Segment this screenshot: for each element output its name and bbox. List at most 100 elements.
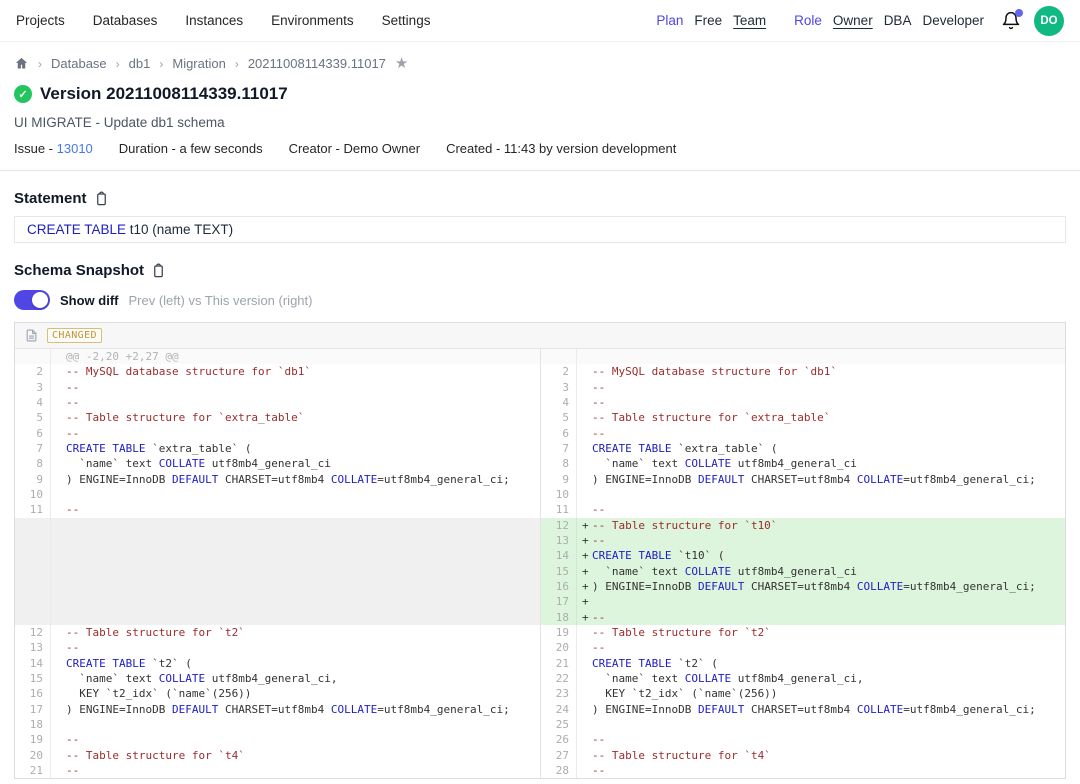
diff-line: 2-- MySQL database structure for `db1` [15,364,540,379]
code-text: -- Table structure for `t4` [592,748,771,763]
line-number [15,579,51,594]
diff-sign [577,410,592,425]
code-text: KEY `t2_idx` (`name`(256)) [66,686,251,701]
diff-gap-row [15,610,540,625]
diff-line: 14CREATE TABLE `t2` ( [15,656,540,671]
home-icon[interactable] [14,56,29,71]
avatar[interactable]: DO [1034,6,1064,36]
show-diff-label: Show diff [60,293,119,308]
diff-sign [51,686,66,701]
code-text: `name` text COLLATE utf8mb4_general_ci [66,456,331,471]
line-number: 25 [541,717,577,732]
code-text: CREATE TABLE `extra_table` ( [592,441,777,456]
copy-icon[interactable] [151,263,166,279]
diff-sign [577,702,592,717]
line-number: 6 [541,426,577,441]
diff-line: 6-- [15,426,540,441]
status-badge: CHANGED [47,328,102,343]
code-text: @@ -2,20 +2,27 @@ [66,349,179,364]
nav-item-environments[interactable]: Environments [271,13,354,28]
code-text: -- [592,533,605,548]
diff-gap-row [15,579,540,594]
diff-sign [51,763,66,778]
diff-line: 22 `name` text COLLATE utf8mb4_general_c… [541,671,1065,686]
line-number [15,349,51,364]
nav-item-projects[interactable]: Projects [16,13,65,28]
breadcrumb-migration[interactable]: Migration [172,56,225,71]
nav-item-instances[interactable]: Instances [185,13,243,28]
code-text: ) ENGINE=InnoDB DEFAULT CHARSET=utf8mb4 … [592,579,1036,594]
code-text: -- [592,502,605,517]
check-circle-icon: ✓ [14,85,32,103]
code-text: CREATE TABLE `t2` ( [66,656,192,671]
line-number [15,610,51,625]
diff-sign [51,472,66,487]
line-number: 13 [15,640,51,655]
diff-line: 28-- [541,763,1065,778]
main-nav: Projects Databases Instances Environment… [16,13,430,28]
schema-snapshot-heading: Schema Snapshot [14,262,1066,279]
role-label: Role [794,13,822,28]
code-text: ) ENGINE=InnoDB DEFAULT CHARSET=utf8mb4 … [592,472,1036,487]
diff-line: 13-- [15,640,540,655]
code-text: `name` text COLLATE utf8mb4_general_ci [592,564,857,579]
role-option-developer[interactable]: Developer [922,13,984,28]
code-text: -- [592,732,605,747]
line-number [541,349,577,364]
copy-icon[interactable] [94,191,109,207]
diff-sign [51,717,66,732]
diff-sign [577,656,592,671]
code-text: CREATE TABLE `t2` ( [592,656,718,671]
line-number: 5 [541,410,577,425]
nav-item-databases[interactable]: Databases [93,13,158,28]
diff-pane-previous: @@ -2,20 +2,27 @@2-- MySQL database stru… [15,349,540,778]
line-number: 16 [15,686,51,701]
line-number [15,564,51,579]
diff-line: 24) ENGINE=InnoDB DEFAULT CHARSET=utf8mb… [541,702,1065,717]
line-number: 8 [15,456,51,471]
show-diff-toggle[interactable] [14,290,50,310]
diff-line: 9) ENGINE=InnoDB DEFAULT CHARSET=utf8mb4… [15,472,540,487]
plan-option-team[interactable]: Team [733,13,766,28]
diff-line: 18+-- [541,610,1065,625]
line-number: 3 [541,380,577,395]
role-option-dba[interactable]: DBA [884,13,912,28]
created-meta: Created - 11:43 by version development [446,141,676,156]
diff-sign [51,395,66,410]
nav-item-settings[interactable]: Settings [382,13,431,28]
breadcrumb-separator: › [116,57,120,71]
diff-line: 12-- Table structure for `t2` [15,625,540,640]
diff-sign: + [577,518,592,533]
diff-sign [51,410,66,425]
breadcrumb-db1[interactable]: db1 [129,56,151,71]
code-text: -- Table structure for `extra_table` [66,410,304,425]
diff-sign [51,380,66,395]
diff-line: 6-- [541,426,1065,441]
diff-sign: + [577,594,592,609]
notifications-button[interactable] [1001,11,1021,31]
diff-sign [577,395,592,410]
code-text: -- [592,380,605,395]
breadcrumb-database[interactable]: Database [51,56,107,71]
title-row: ✓ Version 20211008114339.11017 [14,84,1064,104]
code-text: -- Table structure for `t10` [592,518,777,533]
issue-link[interactable]: 13010 [57,141,93,156]
diff-gap-row [15,518,540,533]
line-number: 16 [541,579,577,594]
diff-sign: + [577,533,592,548]
diff-sign [577,686,592,701]
diff-sign [577,364,592,379]
page-title: Version 20211008114339.11017 [40,84,288,104]
diff-sign [51,748,66,763]
diff-line: 16 KEY `t2_idx` (`name`(256)) [15,686,540,701]
star-icon[interactable]: ★ [395,56,408,71]
role-option-owner[interactable]: Owner [833,13,873,28]
diff-line: 14+CREATE TABLE `t10` ( [541,548,1065,563]
breadcrumb-version[interactable]: 20211008114339.11017 [248,56,386,71]
breadcrumb-separator: › [159,57,163,71]
diff-sign [577,441,592,456]
code-text: CREATE TABLE `t10` ( [592,548,724,563]
plan-option-free[interactable]: Free [694,13,722,28]
line-number [15,533,51,548]
breadcrumb-separator: › [38,57,42,71]
